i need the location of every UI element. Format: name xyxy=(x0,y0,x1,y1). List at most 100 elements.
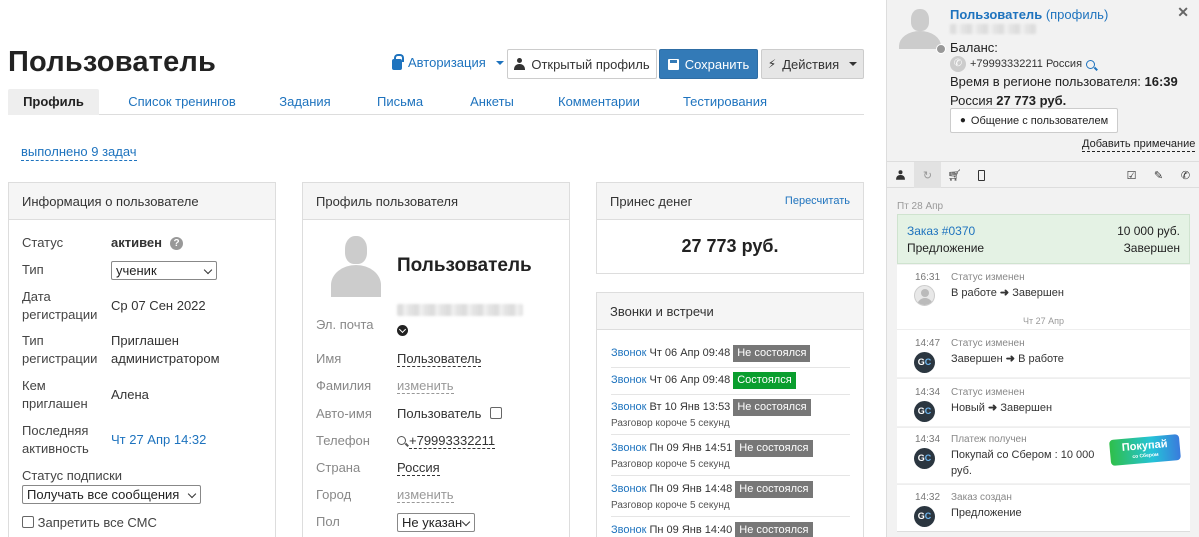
tab-tasks[interactable]: Задания xyxy=(277,89,333,115)
sidebar-phone-text: +79993332211 Россия xyxy=(970,58,1083,70)
reg-type-label-line: регистрации xyxy=(22,351,98,366)
call-link[interactable]: Звонок xyxy=(611,345,647,362)
order-amount: 10 000 руб. xyxy=(1117,224,1180,238)
last-name-value[interactable]: изменить xyxy=(397,377,454,395)
order-link[interactable]: Заказ #0370 xyxy=(907,224,975,238)
last-activity-label-line: активность xyxy=(22,441,89,456)
search-icon[interactable] xyxy=(1086,59,1098,71)
reg-date-label-line: регистрации xyxy=(22,307,98,322)
completed-tasks-link[interactable]: выполнено 9 задач xyxy=(21,144,137,161)
save-button[interactable]: Сохранить xyxy=(659,49,758,79)
cart-icon[interactable]: 🛒︎ xyxy=(941,162,968,188)
phone-icon[interactable]: ✆︎ xyxy=(950,56,966,72)
getcourse-logo-icon: GC xyxy=(914,506,935,527)
type-label: Тип xyxy=(22,262,44,277)
event-text: Новый ➜ Завершен xyxy=(951,400,1052,416)
authorization-label: Авторизация xyxy=(408,55,486,70)
chat-icon: ● xyxy=(959,115,966,126)
call-item: Звонок Чт 06 Апр 09:48 Не состоялся xyxy=(611,345,851,362)
call-date: Пн 09 Янв 14:48 xyxy=(649,483,733,495)
last-activity-link[interactable]: Чт 27 Апр 14:32 xyxy=(111,431,206,449)
call-link[interactable]: Звонок xyxy=(611,372,647,389)
event-time: 14:34 xyxy=(915,387,941,398)
search-icon[interactable] xyxy=(397,436,409,447)
country-text: Россия xyxy=(397,460,440,476)
divider xyxy=(611,394,850,395)
call-link[interactable]: Звонок xyxy=(611,522,647,537)
event-text: Предложение xyxy=(951,507,1022,519)
chevron-down-icon xyxy=(849,62,858,66)
tab-testing[interactable]: Тестирования xyxy=(682,89,768,115)
type-select[interactable]: ученик xyxy=(111,261,217,280)
call-link[interactable]: Звонок xyxy=(611,399,647,416)
tab-trainings[interactable]: Список тренингов xyxy=(126,89,238,115)
gender-select[interactable]: Не указан xyxy=(397,513,475,532)
country-label: Страна xyxy=(316,460,361,475)
region-time-value: 16:39 xyxy=(1144,74,1178,89)
sms-ban-row: Запретить все СМС xyxy=(22,514,157,532)
call-link[interactable]: Звонок xyxy=(611,481,647,498)
authorization-dropdown[interactable]: Авторизация xyxy=(392,53,504,70)
event-text: В работе ➜ Завершен xyxy=(951,285,1064,301)
checkbox-icon[interactable]: ☑ xyxy=(1118,162,1145,188)
add-note-link[interactable]: Добавить примечание xyxy=(1082,138,1196,152)
getcourse-logo-icon: GC xyxy=(914,352,935,373)
call-date: Пн 09 Янв 14:40 xyxy=(649,524,733,536)
event-item: 14:34 Платеж получен GC Покупай со Сберо… xyxy=(897,427,1190,483)
event-time: 14:34 xyxy=(915,434,941,445)
tab-letters[interactable]: Письма xyxy=(377,89,423,115)
event-time: 14:32 xyxy=(915,492,941,503)
tab-profile[interactable]: Профиль xyxy=(8,89,99,115)
pencil-icon[interactable]: ✎ xyxy=(1145,162,1172,188)
auto-name-text: Пользователь xyxy=(397,406,482,421)
sms-ban-checkbox[interactable] xyxy=(22,516,34,528)
actions-dropdown[interactable]: ⚡︎ Действия xyxy=(761,49,864,79)
close-icon[interactable]: ✕ xyxy=(1177,4,1189,21)
profile-link[interactable]: (профиль) xyxy=(1046,7,1108,22)
status-to: Завершен xyxy=(1000,402,1053,414)
user-avatar-icon xyxy=(914,285,935,306)
tab-comments[interactable]: Комментарии xyxy=(558,89,640,115)
user-icon[interactable] xyxy=(887,162,914,188)
panel-title: Информация о пользователе xyxy=(9,183,275,220)
open-profile-button[interactable]: Открытый профиль xyxy=(507,49,657,79)
subscription-select[interactable]: Получать все сообщения xyxy=(22,485,201,504)
event-item: 16:31 Статус изменен В работе ➜ Завершен xyxy=(897,265,1190,313)
order-status: Завершен xyxy=(1123,241,1180,255)
call-link[interactable]: Звонок xyxy=(611,440,647,457)
reg-date-label: Дата регистрации xyxy=(22,288,97,324)
event-title: Статус изменен xyxy=(951,387,1025,398)
chevron-down-circle-icon[interactable] xyxy=(397,325,408,336)
sber-badge: Покупай со Сбером xyxy=(1109,433,1181,467)
status-text: активен xyxy=(111,235,162,250)
user-link[interactable]: Пользователь xyxy=(950,7,1042,22)
auto-name-checkbox[interactable] xyxy=(490,407,502,419)
lock-icon xyxy=(392,53,404,70)
status-badge: Не состоялся xyxy=(735,440,813,457)
user-info-panel: Информация о пользователе Статус активен… xyxy=(8,182,276,537)
order-card[interactable]: Заказ #0370 10 000 руб. Предложение Заве… xyxy=(897,214,1190,264)
help-icon[interactable]: ? xyxy=(170,237,183,250)
mobile-icon[interactable] xyxy=(968,162,995,188)
event-item: 14:34 Статус изменен GC Новый ➜ Завершен xyxy=(897,378,1190,426)
date-divider: Пт 28 Апр xyxy=(897,201,944,212)
chat-button-label: Общение с пользователем xyxy=(970,114,1109,127)
phone-value[interactable]: +79993332211 xyxy=(397,432,496,450)
chat-with-user-button[interactable]: ● Общение с пользователем xyxy=(950,108,1118,133)
city-value[interactable]: изменить xyxy=(397,486,454,504)
invited-by-label: Кем приглашен xyxy=(22,377,88,413)
email-value-blurred xyxy=(397,304,523,319)
reg-date-value: Ср 07 Сен 2022 xyxy=(111,298,206,313)
recalculate-link[interactable]: Пересчитать xyxy=(785,183,850,220)
country-sum-label: Россия xyxy=(950,93,993,108)
history-icon[interactable]: ↻ xyxy=(914,162,941,188)
first-name-value[interactable]: Пользователь xyxy=(397,350,482,368)
event-time: 16:31 xyxy=(915,272,941,283)
phone-icon[interactable]: ✆︎ xyxy=(1172,162,1199,188)
tab-surveys[interactable]: Анкеты xyxy=(467,89,517,115)
call-item: Звонок Вт 10 Янв 13:53 Не состоялся Разгов… xyxy=(611,399,851,430)
call-item: Звонок Пн 09 Янв 14:51 Не состоялся Разгов… xyxy=(611,440,851,471)
country-value[interactable]: Россия xyxy=(397,459,440,477)
call-date: Вт 10 Янв 13:53 xyxy=(649,401,731,413)
event-title: Платеж получен xyxy=(951,434,1027,445)
